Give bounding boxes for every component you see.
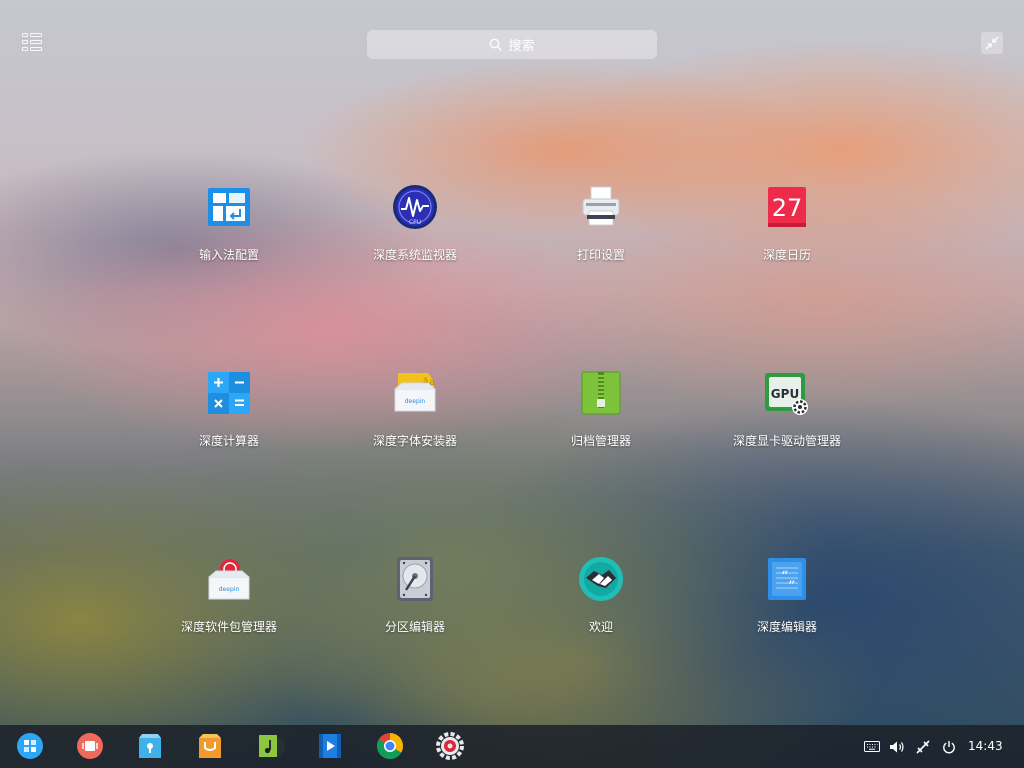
dock-file-manager-button[interactable] [133, 729, 167, 763]
calendar-icon: 27 [762, 182, 812, 232]
file-manager-icon [139, 734, 161, 758]
system-monitor-icon: CPU [390, 182, 440, 232]
gpu-driver-icon: GPU [762, 368, 812, 418]
dock-settings-button[interactable] [433, 729, 467, 763]
svg-text:CPU: CPU [409, 219, 421, 226]
app-label: 分区编辑器 [384, 620, 445, 634]
svg-text:GPU: GPU [771, 387, 799, 401]
dock-multitasking-button[interactable] [73, 729, 107, 763]
app-label: 深度日历 [762, 248, 811, 262]
app-input-method-config[interactable]: 输入法配置 [139, 180, 319, 280]
dock-launcher-button[interactable] [13, 729, 47, 763]
exit-fullscreen-button[interactable] [981, 32, 1003, 54]
search-placeholder: 搜索 [508, 39, 535, 54]
category-mode-toggle[interactable] [22, 33, 42, 51]
launcher-icon [17, 733, 43, 759]
app-partition-editor[interactable]: 分区编辑器 [325, 552, 505, 652]
search-icon [490, 38, 503, 51]
app-package-manager[interactable]: deepin 深度软件包管理器 [139, 552, 319, 652]
tray-volume[interactable] [887, 725, 907, 768]
app-welcome[interactable]: 欢迎 [511, 552, 691, 652]
app-gpu-driver-manager[interactable]: GPU 深度显卡驱动管理器 [697, 366, 877, 466]
keyboard-layout-icon [864, 741, 880, 752]
music-icon [259, 735, 285, 757]
printer-icon [576, 182, 626, 232]
calculator-icon [204, 368, 254, 418]
app-label: 欢迎 [588, 620, 613, 634]
tray-network[interactable] [913, 725, 933, 768]
app-label: 归档管理器 [570, 434, 631, 448]
dock-chrome-button[interactable] [373, 729, 407, 763]
font-installer-icon: Aa deepin [390, 368, 440, 418]
clock[interactable]: 14:43 [968, 725, 1003, 768]
archive-manager-icon [576, 368, 626, 418]
svg-text:deepin: deepin [219, 586, 240, 593]
volume-icon [890, 741, 904, 752]
app-store-icon [199, 734, 221, 758]
dock-movie-button[interactable] [313, 729, 347, 763]
app-label: 深度计算器 [198, 434, 259, 448]
svg-text:”: ” [788, 579, 795, 595]
package-manager-icon: deepin [204, 554, 254, 604]
tray-keyboard-layout[interactable] [862, 725, 882, 768]
dock-app-store-button[interactable] [193, 729, 227, 763]
app-label: 深度系统监视器 [372, 248, 457, 262]
power-icon [943, 740, 955, 753]
tray-power[interactable] [939, 725, 959, 768]
welcome-icon [576, 554, 626, 604]
app-label: 深度字体安装器 [372, 434, 457, 448]
svg-text:deepin: deepin [405, 398, 426, 405]
keyboard-config-icon [204, 182, 254, 232]
chrome-icon [376, 733, 404, 760]
app-font-installer[interactable]: Aa deepin 深度字体安装器 [325, 366, 505, 466]
app-calendar[interactable]: 27 深度日历 [697, 180, 877, 280]
svg-text:27: 27 [772, 194, 803, 222]
partition-editor-icon [390, 554, 440, 604]
app-label: 打印设置 [576, 248, 625, 262]
movie-icon [319, 734, 341, 758]
dock-music-button[interactable] [253, 729, 287, 763]
app-system-monitor[interactable]: CPU 深度系统监视器 [325, 180, 505, 280]
app-label: 深度编辑器 [756, 620, 817, 634]
dock: 14:43 [0, 725, 1024, 768]
settings-icon [436, 732, 464, 760]
app-calculator[interactable]: 深度计算器 [139, 366, 319, 466]
app-text-editor[interactable]: “ ” 深度编辑器 [697, 552, 877, 652]
app-label: 深度显卡驱动管理器 [732, 434, 841, 448]
multitasking-icon [77, 733, 103, 759]
search-input[interactable]: 搜索 [367, 30, 657, 59]
app-label: 输入法配置 [198, 248, 259, 262]
text-editor-icon: “ ” [762, 554, 812, 604]
minimize-icon [985, 36, 999, 50]
app-printer-settings[interactable]: 打印设置 [511, 180, 691, 280]
network-icon [916, 739, 930, 754]
app-label: 深度软件包管理器 [180, 620, 277, 634]
app-archive-manager[interactable]: 归档管理器 [511, 366, 691, 466]
